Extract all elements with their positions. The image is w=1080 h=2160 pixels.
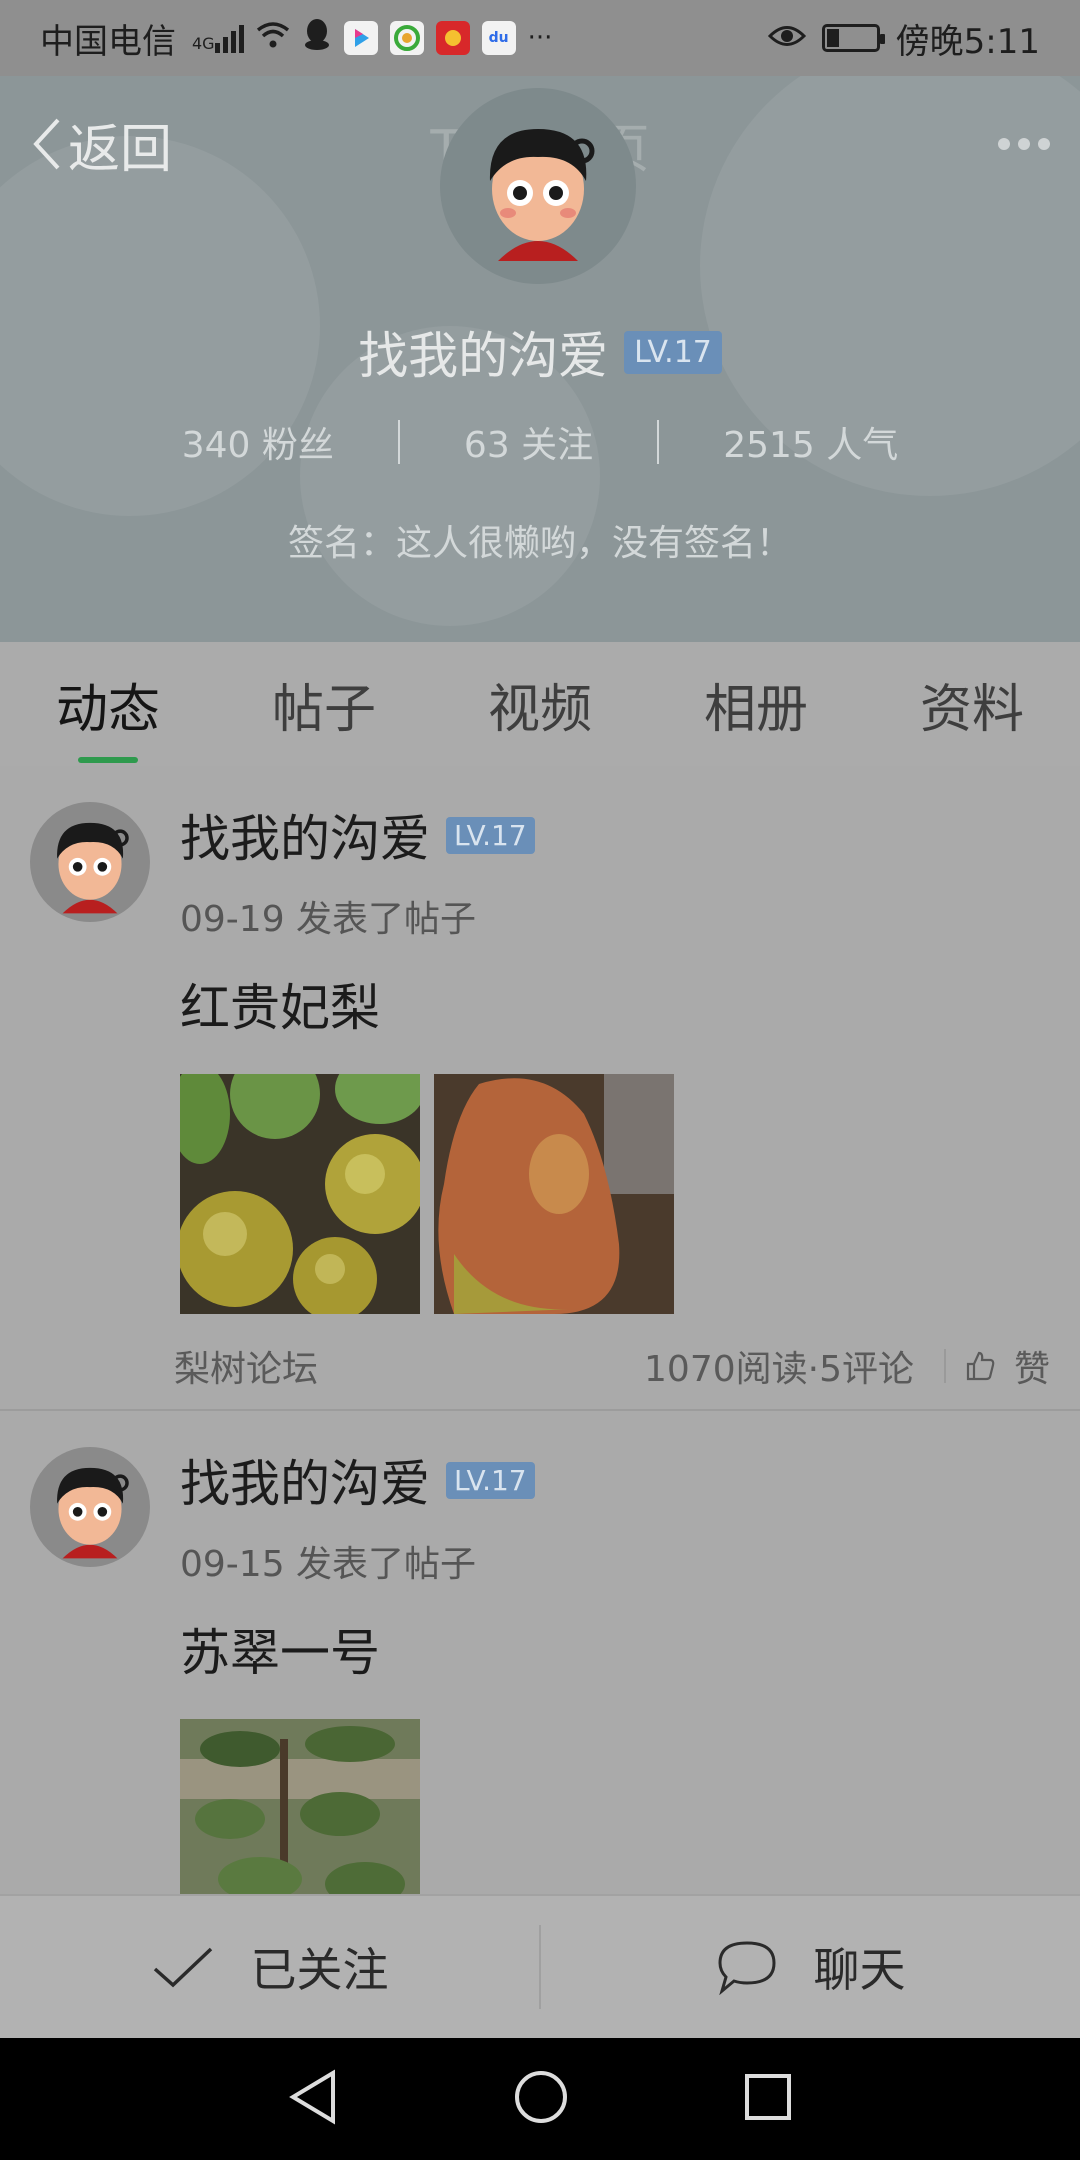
eye-icon bbox=[767, 18, 806, 58]
tab-profile-info[interactable]: 资料 bbox=[864, 642, 1080, 766]
feed-item[interactable]: 找我的沟爱 LV.17 09-19 发表了帖子 红贵妃梨 梨树论坛 1070阅读… bbox=[0, 766, 1080, 1411]
clock: 傍晚5:11 bbox=[895, 21, 1040, 62]
post-title[interactable]: 苏翠一号 bbox=[180, 1613, 1050, 1685]
back-button[interactable]: 返回 bbox=[30, 107, 172, 182]
system-nav-bar bbox=[0, 2038, 1080, 2160]
video-app-icon bbox=[435, 21, 470, 55]
profile-name-row: 找我的沟爱 LV.17 bbox=[0, 316, 1080, 388]
thumbs-up-icon bbox=[966, 1351, 995, 1381]
status-bar: 中国电信 4G du ··· 傍晚5:11 bbox=[0, 0, 1080, 76]
divider bbox=[397, 420, 400, 464]
activity-feed[interactable]: 找我的沟爱 LV.17 09-19 发表了帖子 红贵妃梨 梨树论坛 1070阅读… bbox=[0, 766, 1080, 1894]
level-badge: LV.17 bbox=[624, 330, 722, 374]
more-options-button[interactable] bbox=[998, 138, 1050, 150]
profile-username: 找我的沟爱 bbox=[358, 327, 609, 385]
post-title[interactable]: 红贵妃梨 bbox=[180, 968, 1050, 1040]
tab-posts[interactable]: 帖子 bbox=[216, 642, 432, 766]
browser-icon bbox=[389, 21, 424, 55]
post-meta: 09-15 发表了帖子 bbox=[180, 1544, 477, 1585]
network-type: 4G bbox=[188, 23, 244, 53]
followed-label: 已关注 bbox=[250, 1943, 389, 1997]
divider bbox=[657, 420, 660, 464]
tab-videos[interactable]: 视频 bbox=[432, 642, 648, 766]
post-image-pear-tree[interactable] bbox=[180, 1719, 420, 1894]
back-label: 返回 bbox=[68, 119, 173, 180]
profile-header: 返回 TA的主页 找我的沟爱 LV.17 340 粉丝 63 关注 2515 人… bbox=[0, 76, 1080, 642]
level-badge: LV.17 bbox=[446, 1461, 535, 1499]
author-avatar[interactable] bbox=[30, 1447, 150, 1567]
back-triangle-icon[interactable] bbox=[287, 2069, 339, 2129]
profile-signature: 签名：这人很懒哟，没有签名！ bbox=[287, 523, 792, 564]
post-author[interactable]: 找我的沟爱 bbox=[180, 799, 430, 871]
profile-avatar[interactable] bbox=[440, 88, 636, 284]
tab-albums[interactable]: 相册 bbox=[648, 642, 864, 766]
youku-icon bbox=[343, 21, 378, 55]
battery-icon bbox=[821, 24, 885, 52]
author-avatar[interactable] bbox=[30, 802, 150, 922]
like-button[interactable]: 赞 bbox=[964, 1340, 1050, 1392]
qq-icon bbox=[302, 17, 332, 60]
followers-count[interactable]: 340 粉丝 bbox=[182, 416, 334, 468]
home-circle-icon[interactable] bbox=[513, 2069, 569, 2129]
followed-button[interactable]: 已关注 bbox=[0, 1934, 539, 2000]
chevron-left-icon bbox=[33, 118, 60, 170]
divider bbox=[943, 1349, 946, 1383]
tab-activity[interactable]: 动态 bbox=[0, 642, 216, 766]
chat-bubble-icon bbox=[717, 1941, 776, 1995]
popularity-count: 2515 人气 bbox=[723, 425, 899, 466]
baidu-icon: du bbox=[481, 21, 516, 55]
level-badge: LV.17 bbox=[446, 816, 535, 854]
forum-name[interactable]: 梨树论坛 bbox=[174, 1340, 318, 1392]
post-meta: 09-19 发表了帖子 bbox=[180, 899, 477, 940]
signal-icon bbox=[214, 23, 244, 53]
chat-label: 聊天 bbox=[813, 1943, 906, 1997]
more-notifications-icon: ··· bbox=[527, 23, 553, 53]
post-stats: 1070阅读·5评论 bbox=[644, 1349, 914, 1390]
following-count[interactable]: 63 关注 bbox=[464, 416, 593, 468]
chat-button[interactable]: 聊天 bbox=[541, 1934, 1080, 2000]
like-label: 赞 bbox=[1013, 1349, 1050, 1390]
carrier-label: 中国电信 bbox=[40, 21, 176, 62]
profile-stats: 340 粉丝 63 关注 2515 人气 bbox=[0, 416, 1080, 468]
bottom-action-bar: 已关注 聊天 bbox=[0, 1894, 1080, 2038]
profile-tabs: 动态 帖子 视频 相册 资料 bbox=[0, 642, 1080, 766]
recents-square-icon[interactable] bbox=[743, 2072, 793, 2126]
wifi-icon bbox=[256, 18, 290, 58]
feed-item[interactable]: 找我的沟爱 LV.17 09-15 发表了帖子 苏翠一号 bbox=[0, 1411, 1080, 1894]
post-author[interactable]: 找我的沟爱 bbox=[180, 1444, 430, 1516]
post-image-red-pear[interactable] bbox=[434, 1074, 674, 1314]
checkmark-icon bbox=[153, 1947, 212, 1988]
post-image-pears[interactable] bbox=[180, 1074, 420, 1314]
